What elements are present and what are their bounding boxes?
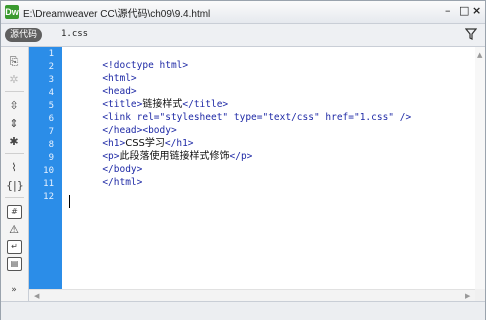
line-number: 3: [48, 75, 54, 85]
collapse-full-tag-icon[interactable]: ⇳: [6, 99, 22, 113]
show-code-navigator-icon[interactable]: ✲: [6, 73, 22, 87]
minimize-button[interactable]: –: [445, 4, 451, 18]
title-bar: Dw E:\Dreamweaver CC\源代码\ch09\9.4.html –…: [1, 1, 485, 24]
toolbar-divider: [5, 197, 24, 198]
horizontal-scrollbar[interactable]: ◀ ▶: [29, 289, 475, 301]
scroll-right-icon[interactable]: ▶: [465, 292, 470, 300]
select-parent-tag-icon[interactable]: ⌇: [6, 161, 22, 175]
line-number-gutter: 1 2 3 4 5 6 7 8 9 10 11 12: [29, 47, 62, 289]
editor-window: Dw E:\Dreamweaver CC\源代码\ch09\9.4.html –…: [0, 0, 486, 320]
line-number: 9: [48, 153, 54, 163]
maximize-button[interactable]: □: [459, 4, 469, 18]
related-files-bar: 源代码 1.css: [1, 24, 485, 47]
scroll-left-icon[interactable]: ◀: [34, 292, 39, 300]
vertical-scrollbar[interactable]: ▲: [475, 47, 485, 289]
word-wrap-icon[interactable]: ↵: [7, 240, 22, 254]
balance-braces-icon[interactable]: {|}: [6, 179, 24, 193]
text-caret: [69, 195, 70, 208]
line-number: 7: [48, 127, 54, 137]
line-number: 12: [43, 192, 54, 202]
line-number: 1: [48, 49, 54, 59]
code-editor[interactable]: <!doctype html> <html> <head> <title>链接样…: [62, 47, 475, 289]
filter-icon[interactable]: [465, 27, 477, 41]
code-line: </html>: [102, 177, 143, 188]
coding-toolbar: ⎘ ✲ ⇳ ⇕ ✱ ⌇ {|} # ⚠ ↵ ▤ »: [1, 47, 29, 301]
close-button[interactable]: ×: [472, 4, 481, 18]
line-numbers-icon[interactable]: #: [7, 205, 22, 219]
scroll-up-icon[interactable]: ▲: [477, 51, 482, 59]
line-number: 2: [48, 62, 54, 72]
window-title: E:\Dreamweaver CC\源代码\ch09\9.4.html: [23, 9, 211, 20]
dreamweaver-app-icon: Dw: [5, 5, 19, 19]
status-bar: [1, 301, 485, 320]
line-number: 6: [48, 114, 54, 124]
line-number: 10: [43, 166, 54, 176]
source-code-tab[interactable]: 源代码: [5, 28, 43, 42]
expand-all-icon[interactable]: ✱: [6, 135, 22, 149]
open-documents-icon[interactable]: ⎘: [6, 55, 22, 69]
more-tools-chevron-icon[interactable]: »: [6, 283, 22, 297]
line-number: 11: [43, 179, 54, 189]
line-number: 8: [48, 140, 54, 150]
line-number: 4: [48, 88, 54, 98]
highlight-invalid-code-icon[interactable]: ⚠: [6, 223, 22, 237]
related-file-tab-css[interactable]: 1.css: [61, 29, 88, 39]
collapse-selection-icon[interactable]: ⇕: [6, 117, 22, 131]
line-number: 5: [48, 101, 54, 111]
toolbar-divider: [5, 91, 24, 92]
syntax-coloring-icon[interactable]: ▤: [7, 257, 22, 271]
toolbar-divider: [5, 153, 24, 154]
